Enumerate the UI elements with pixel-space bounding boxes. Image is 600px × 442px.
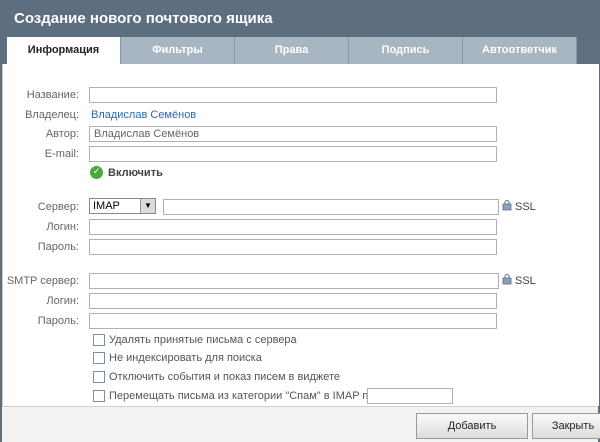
info-panel: Название: Владелец: Владислав Семёнов Ав…: [2, 64, 599, 406]
smtp-server-label: SMTP сервер:: [6, 275, 79, 287]
option-label: Не индексировать для поиска: [109, 352, 262, 364]
option-label: Отключить события и показ писем в виджет…: [109, 371, 341, 383]
owner-label: Владелец:: [25, 109, 79, 121]
server-input[interactable]: [163, 199, 499, 215]
ssl-label[interactable]: SSL: [515, 201, 536, 213]
dialog-footer: Добавить Закрыть: [2, 406, 600, 442]
author-input[interactable]: Владислав Семёнов: [89, 126, 497, 142]
title-bar[interactable]: Создание нового почтового ящика: [0, 0, 600, 40]
check-circle-icon: ✓: [90, 166, 103, 179]
server-label: Сервер:: [37, 201, 79, 213]
smtp-login-label: Логин:: [46, 295, 79, 307]
owner-link[interactable]: Владислав Семёнов: [91, 109, 196, 121]
tab-autoresponder[interactable]: Автоответчик: [463, 37, 577, 64]
checkbox[interactable]: [93, 371, 105, 384]
tab-bar: Информация Фильтры Права Подпись Автоотв…: [7, 37, 577, 66]
lock-icon[interactable]: [501, 199, 513, 211]
tab-filters[interactable]: Фильтры: [121, 37, 235, 64]
create-mailbox-dialog: Создание нового почтового ящика Информац…: [0, 0, 600, 442]
name-input[interactable]: [89, 87, 497, 103]
password-label: Пароль:: [37, 241, 79, 253]
add-button[interactable]: Добавить: [416, 413, 528, 439]
option-move-spam[interactable]: Перемещать письма из категории "Спам" в …: [93, 390, 394, 403]
tab-signature[interactable]: Подпись: [349, 37, 463, 64]
chevron-down-icon: ▼: [140, 199, 155, 213]
option-delete-from-server[interactable]: Удалять принятые письма с сервера: [93, 334, 297, 347]
login-input[interactable]: [89, 219, 497, 235]
login-label: Логин:: [46, 221, 79, 233]
smtp-password-input[interactable]: [89, 313, 497, 329]
email-input[interactable]: [89, 146, 497, 162]
tab-rights[interactable]: Права: [235, 37, 349, 64]
option-label: Перемещать письма из категории "Спам" в …: [109, 390, 394, 402]
spam-folder-input[interactable]: [367, 388, 453, 404]
close-button[interactable]: Закрыть: [532, 413, 600, 439]
option-label: Удалять принятые письма с сервера: [109, 334, 297, 346]
enable-link[interactable]: Включить: [108, 167, 163, 179]
checkbox[interactable]: [93, 352, 105, 365]
checkbox[interactable]: [93, 390, 105, 403]
password-input[interactable]: [89, 239, 497, 255]
email-label: E-mail:: [44, 148, 79, 160]
author-label: Автор:: [45, 128, 79, 140]
option-disable-widget[interactable]: Отключить события и показ писем в виджет…: [93, 371, 341, 384]
checkbox[interactable]: [93, 334, 105, 347]
smtp-password-label: Пароль:: [37, 315, 79, 327]
name-label: Название:: [26, 89, 79, 101]
smtp-ssl-label[interactable]: SSL: [515, 275, 536, 287]
protocol-select[interactable]: IMAP ▼: [89, 198, 156, 214]
lock-icon[interactable]: [501, 273, 513, 285]
option-no-index[interactable]: Не индексировать для поиска: [93, 352, 262, 365]
protocol-value: IMAP: [93, 200, 120, 212]
smtp-login-input[interactable]: [89, 293, 497, 309]
dialog-title: Создание нового почтового ящика: [14, 10, 273, 27]
smtp-server-input[interactable]: [89, 273, 499, 289]
tab-info[interactable]: Информация: [7, 37, 121, 66]
